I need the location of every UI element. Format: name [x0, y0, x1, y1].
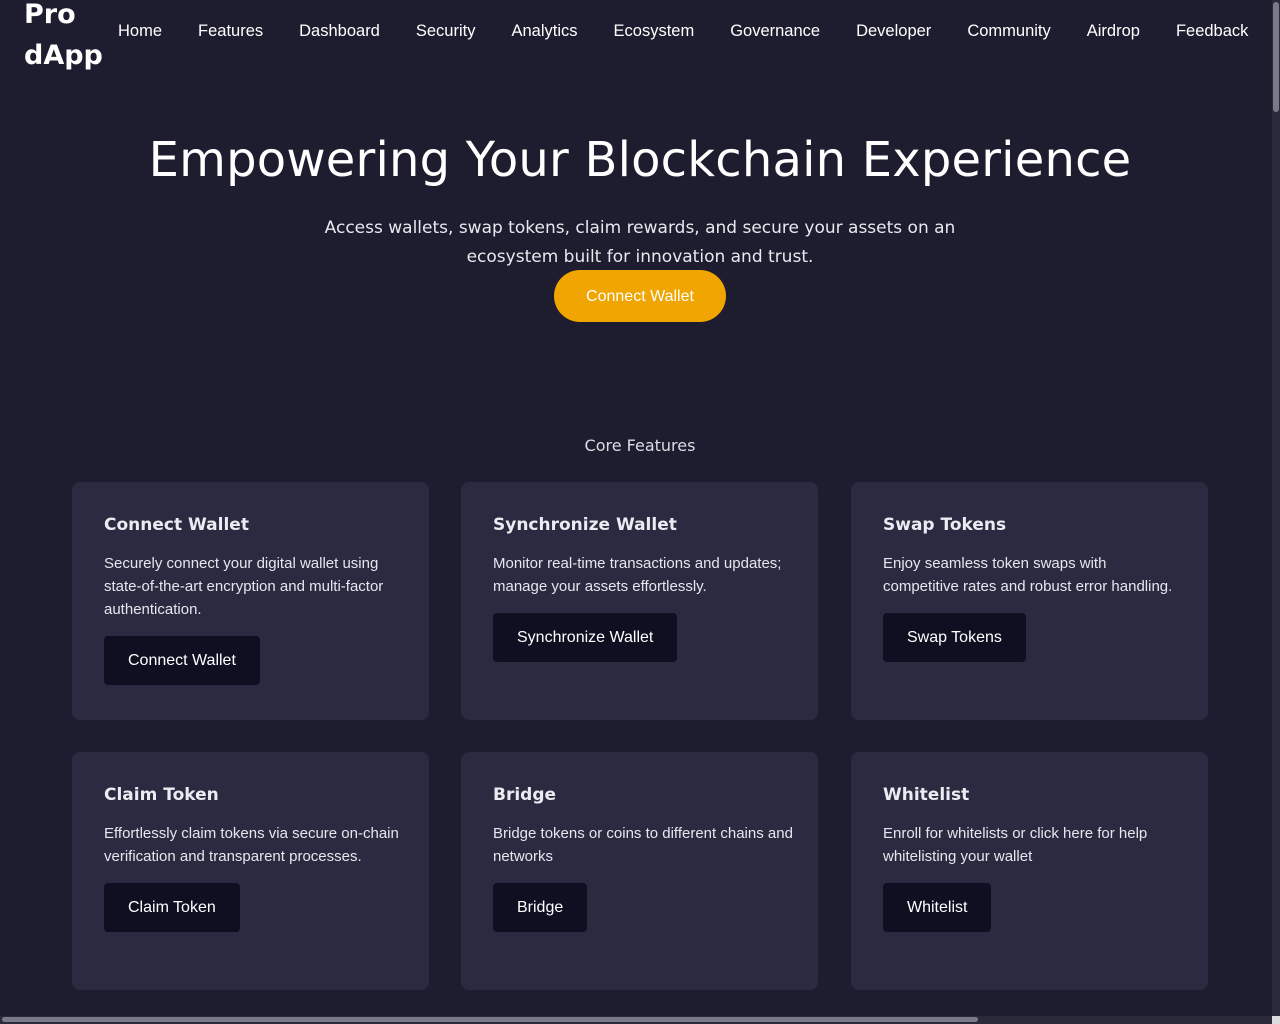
card-description: Enjoy seamless token swaps with competit… [883, 555, 1173, 595]
bridge-button[interactable]: Bridge [493, 883, 588, 932]
nav-link-features[interactable]: Features [198, 20, 263, 42]
feature-card-whitelist: Whitelist Enroll for whitelists or click… [851, 752, 1208, 990]
claim-token-button[interactable]: Claim Token [104, 883, 240, 932]
card-description: Monitor real-time transactions and updat… [493, 555, 782, 595]
horizontal-scrollbar[interactable] [0, 1016, 1272, 1024]
nav-link-security[interactable]: Security [416, 20, 476, 42]
hero-subtitle: Access wallets, swap tokens, claim rewar… [324, 218, 956, 267]
site-logo[interactable]: Pro dApp [24, 0, 114, 70]
card-title: Bridge [493, 785, 557, 805]
feature-card-bridge: Bridge Bridge tokens or coins to differe… [461, 752, 818, 990]
card-title: Connect Wallet [104, 515, 249, 535]
card-description: Securely connect your digital wallet usi… [104, 555, 384, 618]
card-description: Enroll for whitelists or click here for … [883, 825, 1148, 865]
nav-link-feedback[interactable]: Feedback [1176, 20, 1248, 42]
card-title: Swap Tokens [883, 515, 1007, 535]
horizontal-scrollbar-thumb[interactable] [2, 1017, 978, 1022]
hero-connect-wallet-button[interactable]: Connect Wallet [554, 270, 726, 322]
whitelist-button[interactable]: Whitelist [883, 883, 992, 932]
vertical-scrollbar[interactable] [1272, 0, 1280, 1016]
features-heading: Core Features [584, 436, 696, 455]
card-title: Claim Token [104, 785, 219, 805]
nav-link-developer[interactable]: Developer [856, 20, 931, 42]
synchronize-wallet-button[interactable]: Synchronize Wallet [493, 613, 678, 662]
hero-section: Empowering Your Blockchain Experience Ac… [0, 130, 1280, 322]
nav-link-governance[interactable]: Governance [730, 20, 820, 42]
nav-link-community[interactable]: Community [967, 20, 1050, 42]
scrollbar-corner [1272, 1016, 1280, 1024]
swap-tokens-button[interactable]: Swap Tokens [883, 613, 1026, 662]
vertical-scrollbar-thumb[interactable] [1273, 2, 1279, 112]
nav-link-home[interactable]: Home [118, 20, 162, 42]
card-title: Whitelist [883, 785, 970, 805]
nav-link-dashboard[interactable]: Dashboard [299, 20, 380, 42]
connect-wallet-button[interactable]: Connect Wallet [104, 636, 260, 685]
nav-link-ecosystem[interactable]: Ecosystem [614, 20, 695, 42]
feature-card-swap-tokens: Swap Tokens Enjoy seamless token swaps w… [851, 482, 1208, 720]
card-title: Synchronize Wallet [493, 515, 677, 535]
feature-card-claim-token: Claim Token Effortlessly claim tokens vi… [72, 752, 429, 990]
hero-title: Empowering Your Blockchain Experience [148, 132, 1132, 188]
card-description: Bridge tokens or coins to different chai… [493, 825, 793, 865]
nav-link-analytics[interactable]: Analytics [511, 20, 577, 42]
feature-card-synchronize-wallet: Synchronize Wallet Monitor real-time tra… [461, 482, 818, 720]
nav-link-airdrop[interactable]: Airdrop [1087, 20, 1140, 42]
feature-card-connect-wallet: Connect Wallet Securely connect your dig… [72, 482, 429, 720]
site-header: Pro dApp Home Features Dashboard Securit… [0, 0, 1272, 70]
card-description: Effortlessly claim tokens via secure on-… [104, 825, 399, 865]
page: Pro dApp Home Features Dashboard Securit… [0, 0, 1280, 1024]
main-nav: Home Features Dashboard Security Analyti… [118, 20, 1272, 42]
